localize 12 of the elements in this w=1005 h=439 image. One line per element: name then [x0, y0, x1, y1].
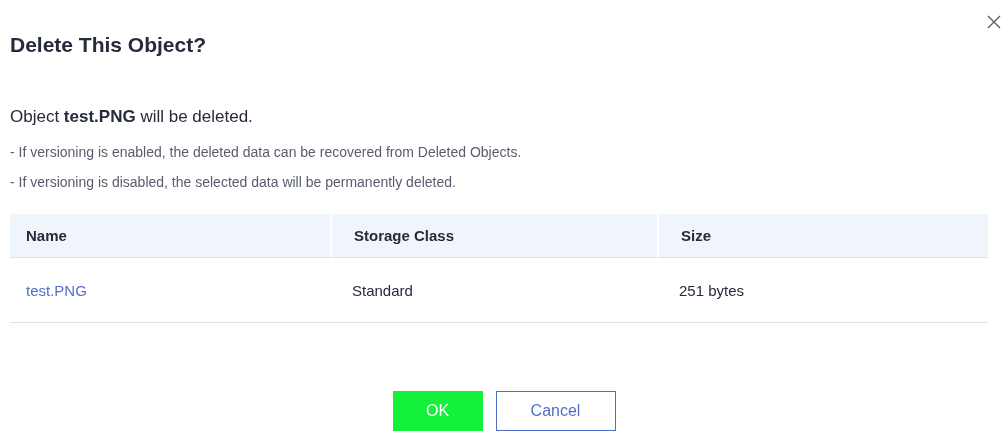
- table-cell: 251 bytes: [679, 281, 745, 299]
- delete-message: Object test.PNG will be deleted.: [10, 107, 254, 127]
- cancel-button[interactable]: Cancel: [495, 391, 616, 431]
- column-header: Size: [657, 214, 988, 258]
- object-link[interactable]: test.PNG: [26, 281, 87, 299]
- table-cell: Standard: [352, 281, 413, 299]
- note-text: - If versioning is enabled, the deleted data can be recovered from Deleted Objects.: [10, 144, 523, 160]
- note-text: - If versioning is disabled, the selected data will be permanently deleted.: [10, 174, 457, 190]
- dialog-title: Delete This Object?: [10, 32, 208, 57]
- column-header: Storage Class: [330, 214, 657, 258]
- column-header: Name: [10, 214, 330, 258]
- close-icon[interactable]: [986, 14, 1002, 30]
